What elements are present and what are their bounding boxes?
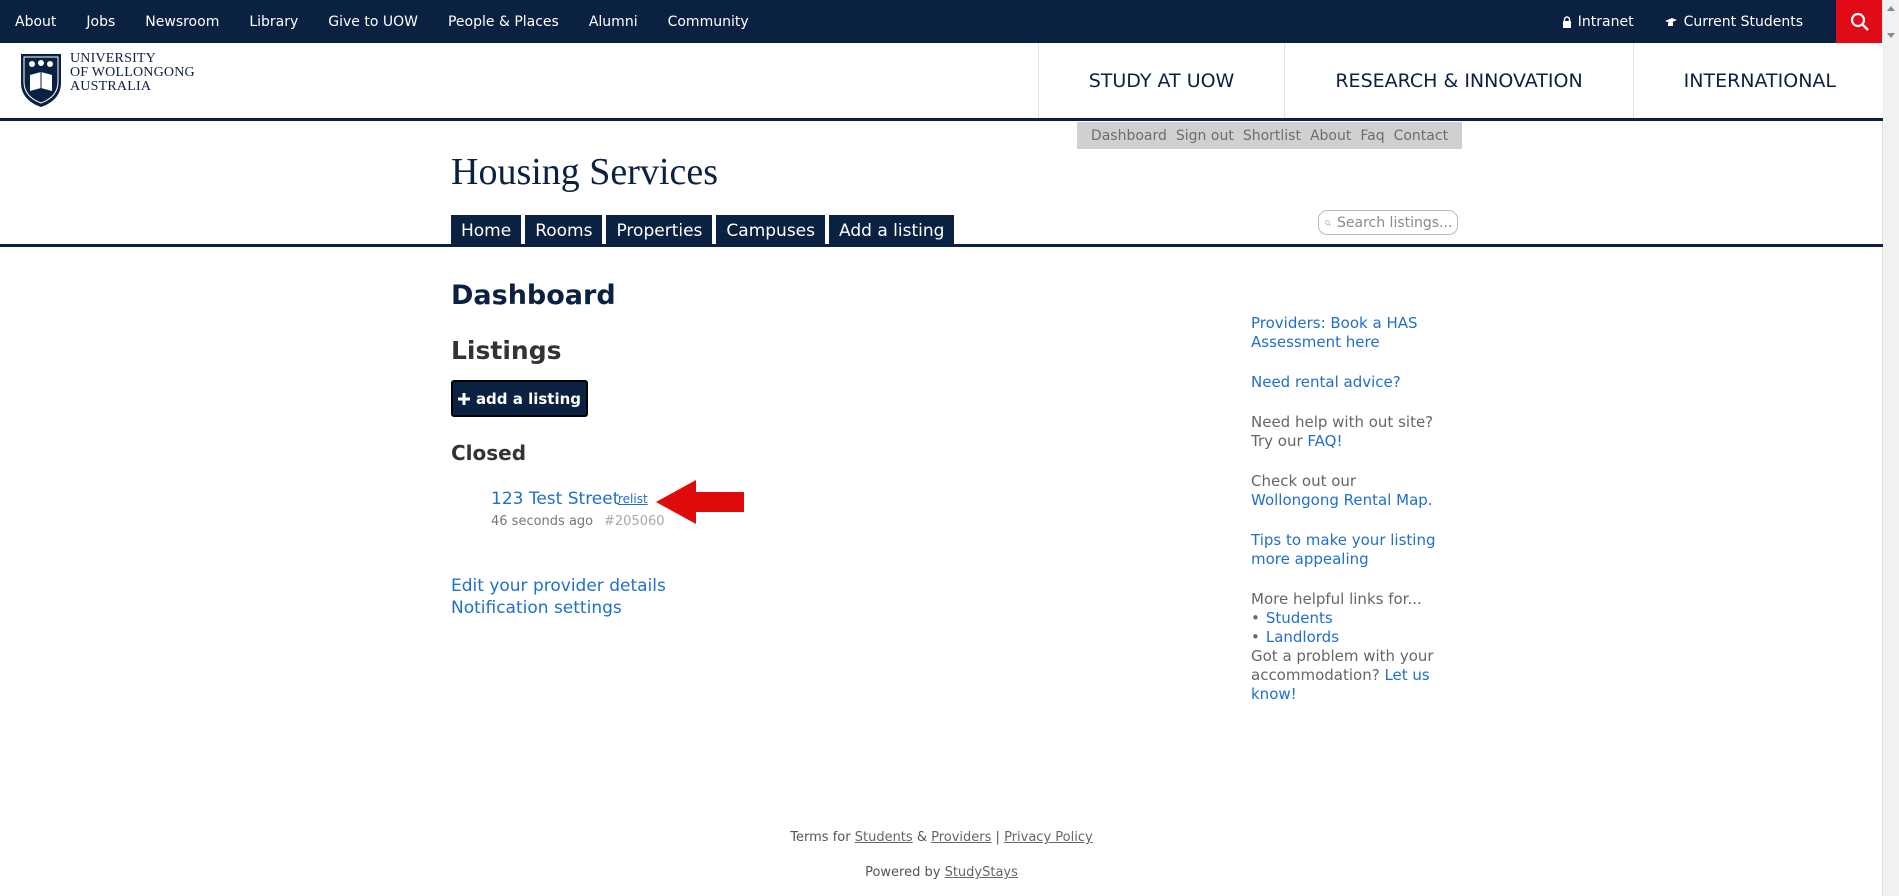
edit-provider-details-link[interactable]: Edit your provider details <box>451 576 666 596</box>
utility-link-alumni[interactable]: Alumni <box>589 14 638 30</box>
help-sidebar: Providers: Book a HAS Assessment here Ne… <box>1251 314 1441 704</box>
sidebar-block-help: Need help with out site? Try our FAQ! <box>1251 413 1441 451</box>
problem-text-block: Got a problem with your accommodation? L… <box>1251 647 1441 704</box>
top-utility-bar: About Jobs Newsroom Library Give to UOW … <box>0 0 1883 43</box>
utility-nav: About Jobs Newsroom Library Give to UOW … <box>0 0 764 43</box>
site-search-button[interactable] <box>1836 0 1883 43</box>
account-link-sign-out[interactable]: Sign out <box>1176 128 1234 144</box>
studystays-link[interactable]: StudyStays <box>945 865 1018 880</box>
sidebar-block-rental-map: Check out our Wollongong Rental Map. <box>1251 472 1441 510</box>
account-menu-bar: Dashboard Sign out Shortlist About Faq C… <box>1077 122 1462 149</box>
lock-icon <box>1562 15 1571 28</box>
uow-wordmark: UNIVERSITY OF WOLLONGONG AUSTRALIA <box>70 52 195 94</box>
account-link-contact[interactable]: Contact <box>1394 128 1448 144</box>
tab-home[interactable]: Home <box>451 215 522 247</box>
privacy-policy-link[interactable]: Privacy Policy <box>1004 830 1093 845</box>
sidebar-block-rental-advice: Need rental advice? <box>1251 373 1441 392</box>
sidebar-block-tips: Tips to make your listing more appealing <box>1251 531 1441 569</box>
list-item: • Students <box>1251 609 1441 628</box>
utility-right: Intranet Current Students <box>1562 0 1803 43</box>
bullet-icon: • <box>1251 628 1260 646</box>
housing-header-divider <box>0 244 1883 247</box>
site-header: UNIVERSITY OF WOLLONGONG AUSTRALIA STUDY… <box>0 43 1883 121</box>
nav-international[interactable]: INTERNATIONAL <box>1632 43 1883 118</box>
tab-rooms[interactable]: Rooms <box>525 215 603 247</box>
notification-settings-link[interactable]: Notification settings <box>451 598 622 618</box>
students-link[interactable]: Students <box>1266 609 1333 628</box>
add-listing-label: add a listing <box>475 389 582 408</box>
add-listing-button[interactable]: add a listing <box>451 380 588 417</box>
sidebar-block-has: Providers: Book a HAS Assessment here <box>1251 314 1441 352</box>
wordmark-line-1: UNIVERSITY <box>70 51 156 66</box>
utility-link-give[interactable]: Give to UOW <box>328 14 418 30</box>
wordmark-line-2: OF WOLLONGONG <box>70 65 195 80</box>
tab-properties[interactable]: Properties <box>606 215 713 247</box>
tab-add-listing[interactable]: Add a listing <box>829 215 955 247</box>
check-out-text: Check out our <box>1251 472 1357 490</box>
intranet-link[interactable]: Intranet <box>1562 14 1634 30</box>
ampersand-text: & <box>916 830 927 845</box>
bullet-icon: • <box>1251 609 1260 627</box>
nav-research-innovation[interactable]: RESEARCH & INNOVATION <box>1284 43 1632 118</box>
listing-timestamp: 46 seconds ago <box>491 514 594 529</box>
utility-link-library[interactable]: Library <box>249 14 298 30</box>
footer-powered-by: Powered by StudyStays <box>0 865 1883 880</box>
utility-link-newsroom[interactable]: Newsroom <box>145 14 219 30</box>
account-link-faq[interactable]: Faq <box>1360 128 1384 144</box>
university-crest-icon <box>21 54 61 107</box>
listing-tips-link[interactable]: Tips to make your listing more appealing <box>1251 531 1435 568</box>
account-link-shortlist[interactable]: Shortlist <box>1243 128 1301 144</box>
dashboard-heading: Dashboard <box>451 280 616 311</box>
scroll-down-arrow-icon[interactable] <box>1887 33 1895 38</box>
book-has-assessment-link[interactable]: Providers: Book a HAS Assessment here <box>1251 314 1418 351</box>
search-listings-input[interactable] <box>1335 213 1457 232</box>
search-icon <box>1850 12 1869 31</box>
search-icon <box>1325 219 1331 226</box>
rental-advice-link[interactable]: Need rental advice? <box>1251 373 1401 391</box>
wordmark-line-3: AUSTRALIA <box>70 79 152 94</box>
plus-icon <box>457 392 470 405</box>
housing-services-title: Housing Services <box>451 151 719 193</box>
utility-link-people-places[interactable]: People & Places <box>448 14 559 30</box>
relist-link[interactable]: relist <box>618 492 648 506</box>
utility-link-jobs[interactable]: Jobs <box>86 14 115 30</box>
landlords-link[interactable]: Landlords <box>1266 628 1339 647</box>
students-terms-link[interactable]: Students <box>855 830 913 845</box>
red-arrow-icon <box>656 480 744 524</box>
rental-map-link[interactable]: Wollongong Rental Map. <box>1251 491 1433 509</box>
account-link-dashboard[interactable]: Dashboard <box>1091 128 1167 144</box>
more-links-text: More helpful links for... <box>1251 590 1422 608</box>
terms-for-text: Terms for <box>790 830 851 845</box>
pipe-separator: | <box>995 830 1000 845</box>
providers-terms-link[interactable]: Providers <box>931 830 991 845</box>
footer-terms: Terms for Students & Providers | Privacy… <box>0 830 1883 845</box>
utility-link-about[interactable]: About <box>15 14 56 30</box>
nav-study-at-uow[interactable]: STUDY AT UOW <box>1037 43 1285 118</box>
graduation-cap-icon <box>1664 17 1677 26</box>
faq-link[interactable]: FAQ! <box>1307 432 1342 450</box>
powered-by-text: Powered by <box>865 865 941 880</box>
sidebar-block-more-links: More helpful links for... • Students • L… <box>1251 590 1441 704</box>
housing-tabs: Home Rooms Properties Campuses Add a lis… <box>451 215 955 247</box>
listing-title-link[interactable]: 123 Test Street <box>491 489 619 509</box>
account-link-about[interactable]: About <box>1310 128 1351 144</box>
search-listings-box <box>1318 210 1458 235</box>
utility-link-community[interactable]: Community <box>668 14 749 30</box>
intranet-label: Intranet <box>1577 13 1634 30</box>
tab-campuses[interactable]: Campuses <box>716 215 825 247</box>
listings-heading: Listings <box>451 336 562 365</box>
scrollbar[interactable] <box>1882 0 1899 896</box>
scroll-up-arrow-icon[interactable] <box>1887 6 1895 11</box>
closed-heading: Closed <box>451 441 527 465</box>
uow-logo[interactable]: UNIVERSITY OF WOLLONGONG AUSTRALIA <box>18 51 195 109</box>
current-students-link[interactable]: Current Students <box>1664 14 1803 30</box>
main-navigation: STUDY AT UOW RESEARCH & INNOVATION INTER… <box>1037 43 1883 118</box>
current-students-label: Current Students <box>1683 13 1803 30</box>
list-item: • Landlords <box>1251 628 1441 647</box>
